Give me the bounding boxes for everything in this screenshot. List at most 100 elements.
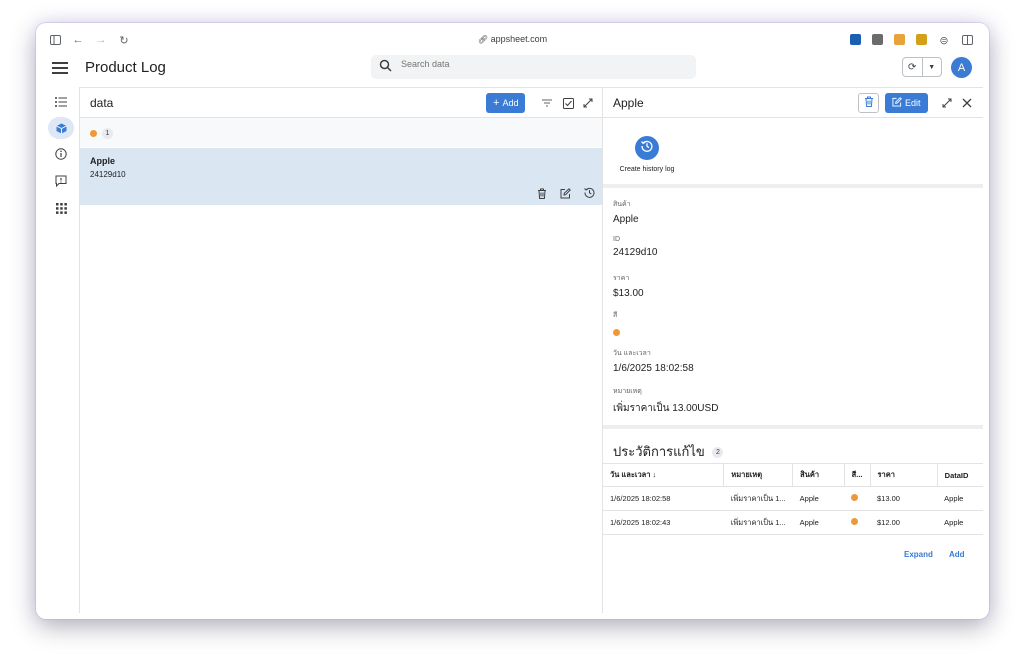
field-value: Apple — [613, 214, 639, 225]
app-title: Product Log — [85, 59, 166, 76]
plus-icon: + — [493, 97, 500, 109]
expand-link[interactable]: Expand — [904, 550, 933, 559]
extension-icon-2[interactable] — [872, 34, 883, 45]
color-dot — [851, 494, 859, 501]
extension-icon-1[interactable] — [850, 34, 861, 45]
column-header-color[interactable]: สี... — [843, 463, 870, 487]
add-link[interactable]: Add — [949, 550, 965, 559]
app-header: Product Log ⟳ ▼ A — [42, 51, 983, 87]
group-count-badge: 1 — [102, 128, 113, 139]
cell-datetime: 1/6/2025 18:02:43 — [603, 510, 724, 535]
menu-icon[interactable] — [52, 59, 68, 75]
list-panel: data + Add 1 Apple 24129d10 — [80, 87, 603, 613]
browser-window: ← → ↻ 🔗︎ appsheet.com ⊜ Product Log ⟳ ▼ … — [36, 23, 989, 619]
field-value: 1/6/2025 18:02:58 — [613, 363, 694, 374]
history-table: วัน และเวลา ↓ หมายเหตุ สินค้า สี... ราคา… — [603, 463, 983, 535]
edit-icon — [892, 97, 902, 109]
detail-panel: Apple Edit Create history log สินค้า App… — [603, 87, 983, 613]
delete-button[interactable] — [858, 93, 879, 113]
list-item[interactable]: Apple 24129d10 — [80, 148, 602, 205]
apps-grid-icon[interactable] — [48, 197, 74, 219]
cell-product: Apple — [792, 510, 845, 535]
cell-dataid: Apple — [937, 486, 983, 511]
link-icon: 🔗︎ — [477, 35, 489, 44]
delete-icon[interactable] — [535, 186, 549, 200]
cell-price: $12.00 — [870, 510, 938, 535]
field-label: วัน และเวลา — [613, 350, 651, 357]
search-bar[interactable] — [371, 55, 696, 79]
url-bar[interactable]: 🔗︎ appsheet.com — [42, 34, 983, 44]
field-value: $13.00 — [613, 288, 644, 299]
box-icon[interactable] — [48, 117, 74, 139]
column-header-price[interactable]: ราคา — [869, 463, 938, 487]
cell-note: เพิ่มราคาเป็น 1... — [723, 510, 793, 535]
column-header-dataid[interactable]: DataID — [936, 463, 983, 487]
select-checkbox-icon[interactable] — [561, 96, 575, 110]
info-icon[interactable] — [48, 143, 74, 165]
sync-control[interactable]: ⟳ ▼ — [902, 57, 942, 77]
item-id: 24129d10 — [90, 170, 126, 179]
field-datetime: วัน และเวลา 1/6/2025 18:02:58 — [613, 348, 694, 374]
search-icon — [379, 59, 393, 73]
cell-price: $13.00 — [870, 486, 938, 511]
action-bar: Create history log — [603, 118, 983, 188]
expand-icon[interactable] — [940, 96, 954, 110]
create-history-log-label: Create history log — [619, 166, 675, 173]
field-label: ID — [613, 236, 620, 243]
history-icon — [641, 139, 653, 157]
item-name: Apple — [90, 156, 116, 166]
trash-icon — [864, 94, 874, 112]
table-row[interactable]: 1/6/2025 18:02:43 เพิ่มราคาเป็น 1... App… — [603, 510, 983, 535]
history-icon[interactable] — [582, 185, 596, 199]
edit-button-label: Edit — [905, 98, 921, 108]
field-product: สินค้า Apple — [613, 199, 639, 225]
search-input[interactable] — [401, 59, 681, 69]
list-title: data — [90, 96, 114, 110]
history-count-badge: 2 — [712, 447, 724, 458]
cell-dataid: Apple — [937, 510, 983, 535]
column-header-note[interactable]: หมายเหตุ — [723, 463, 793, 487]
browser-content: ← → ↻ 🔗︎ appsheet.com ⊜ Product Log ⟳ ▼ … — [42, 29, 983, 613]
detail-title: Apple — [613, 96, 644, 110]
field-label: สินค้า — [613, 201, 631, 208]
list-icon[interactable] — [48, 91, 74, 113]
field-id: ID 24129d10 — [613, 236, 658, 258]
detail-header: Apple Edit — [603, 87, 983, 118]
cell-color — [844, 510, 870, 535]
color-dot — [613, 329, 620, 336]
extension-icon-4[interactable] — [916, 34, 927, 45]
column-header-product[interactable]: สินค้า — [792, 463, 845, 487]
close-icon[interactable] — [960, 96, 974, 110]
history-title-text: ประวัติการแก้ไข — [613, 444, 705, 459]
field-label: สี — [613, 312, 618, 319]
table-row[interactable]: 1/6/2025 18:02:58 เพิ่มราคาเป็น 1... App… — [603, 486, 983, 511]
table-header-row: วัน และเวลา ↓ หมายเหตุ สินค้า สี... ราคา… — [603, 463, 983, 487]
reader-icon[interactable]: ⊜ — [937, 33, 951, 47]
history-section: ประวัติการแก้ไข 2 วัน และเวลา ↓ หมายเหตุ… — [603, 425, 983, 613]
avatar[interactable]: A — [951, 57, 972, 78]
list-header: data + Add — [80, 87, 602, 118]
filter-icon[interactable] — [540, 96, 554, 110]
group-header[interactable]: 1 — [80, 118, 602, 147]
field-note: หมายเหตุ เพิ่มราคาเป็น 13.00USD — [613, 386, 718, 416]
add-button[interactable]: + Add — [486, 93, 526, 113]
column-header-datetime[interactable]: วัน และเวลา ↓ — [603, 463, 724, 487]
create-history-log-button[interactable] — [635, 136, 659, 160]
color-dot — [851, 518, 859, 525]
field-price: ราคา $13.00 — [613, 273, 644, 299]
cell-color — [844, 486, 870, 511]
field-color: สี — [613, 310, 620, 341]
split-view-icon[interactable] — [960, 33, 974, 47]
cell-note: เพิ่มราคาเป็น 1... — [723, 486, 793, 511]
edit-button[interactable]: Edit — [885, 93, 928, 113]
chevron-down-icon[interactable]: ▼ — [921, 58, 942, 76]
sync-icon[interactable]: ⟳ — [903, 58, 922, 76]
field-value: 24129d10 — [613, 247, 658, 258]
feedback-icon[interactable] — [48, 170, 74, 192]
edit-icon[interactable] — [558, 186, 572, 200]
extension-icon-3[interactable] — [894, 34, 905, 45]
field-label: ราคา — [613, 275, 630, 282]
navigation-rail — [42, 87, 80, 613]
url-text: appsheet.com — [490, 34, 548, 44]
expand-icon[interactable] — [581, 96, 595, 110]
